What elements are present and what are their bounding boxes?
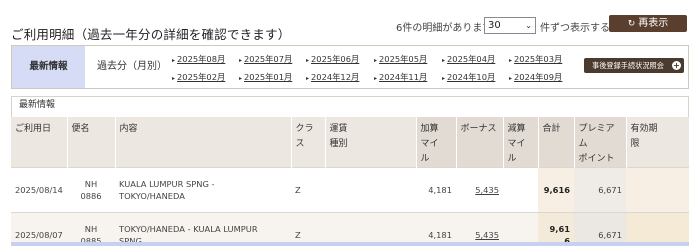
col-header-deduct-miles: 減算 マイ ル xyxy=(503,117,539,168)
cell-add-miles: 4,181 xyxy=(416,212,456,246)
cell-add-miles: 4,181 xyxy=(416,167,456,213)
month-link-label: 2025年08月 xyxy=(177,54,226,64)
triangle-right-icon: ▸ xyxy=(442,75,446,82)
month-link[interactable]: ▸ 2024年11月 xyxy=(374,71,427,83)
per-page-select[interactable]: 30 ⌄ xyxy=(484,17,536,34)
month-link-label: 2024年10月 xyxy=(447,72,496,82)
cell-deduct-miles xyxy=(503,212,538,246)
refresh-icon: ↻ xyxy=(627,19,636,29)
statement-table: ご利用日 便名 内容 クラス 運賃 種別 加算 マイ ル ボーナス 減算 マイ … xyxy=(11,117,690,246)
cell-total: 9,616 xyxy=(538,167,574,213)
period-tabs: 最新情報 過去分（月別） ▸ 2025年08月 ▸ 2025年07月 ▸ 2025年0… xyxy=(11,45,689,89)
triangle-right-icon: ▸ xyxy=(306,75,310,82)
month-link[interactable]: ▸ 2025年04月 xyxy=(442,53,495,65)
triangle-right-icon: ▸ xyxy=(172,75,176,82)
triangle-right-icon: ▸ xyxy=(374,57,378,64)
cell-class: Z xyxy=(291,212,325,246)
month-link[interactable]: ▸ 2024年09月 xyxy=(509,71,562,83)
month-link-label: 2024年11月 xyxy=(379,72,428,82)
month-link[interactable]: ▸ 2025年01月 xyxy=(239,71,292,83)
month-link[interactable]: ▸ 2025年08月 xyxy=(172,53,225,65)
triangle-right-icon: ▸ xyxy=(442,57,446,64)
cell-content: TOKYO/HANEDA - KUALA LUMPUR SPNG xyxy=(115,212,291,246)
col-header-content: 内容 xyxy=(115,117,292,168)
month-link-label: 2025年04月 xyxy=(447,54,496,64)
section-label: 最新情報 xyxy=(11,96,689,118)
cell-total: 9,61 6 xyxy=(538,212,574,246)
tab-past-monthly[interactable]: 過去分（月別） xyxy=(92,46,172,88)
month-link[interactable]: ▸ 2025年02月 xyxy=(172,71,225,83)
col-header-bonus: ボーナス xyxy=(456,117,504,168)
redisplay-label: 再表示 xyxy=(638,18,669,29)
per-page-suffix: 件ずつ表示する xyxy=(540,23,610,34)
cell-date: 2025/08/14 xyxy=(11,167,67,213)
col-header-class: クラス xyxy=(291,117,326,168)
next-row-highlight xyxy=(11,242,689,246)
triangle-right-icon: ▸ xyxy=(172,57,176,64)
col-header-expiry: 有効期 限 xyxy=(626,117,690,168)
triangle-right-icon: ▸ xyxy=(239,57,243,64)
post-registration-status-button[interactable]: 事後登録手続状況照会 + xyxy=(584,58,684,73)
per-page-value: 30 xyxy=(488,20,501,31)
cell-fare-type xyxy=(325,167,416,213)
statement-count: 6件の明細があります xyxy=(396,23,493,34)
month-link[interactable]: ▸ 2025年03月 xyxy=(509,53,562,65)
triangle-right-icon: ▸ xyxy=(374,75,378,82)
month-link[interactable]: ▸ 2025年06月 xyxy=(306,53,359,65)
month-link-label: 2025年01月 xyxy=(244,72,293,82)
month-link-label: 2024年09月 xyxy=(514,72,563,82)
cell-content: KUALA LUMPUR SPNG - TOKYO/HANEDA xyxy=(115,167,291,213)
cell-bonus-link[interactable]: 5,435 xyxy=(456,212,503,246)
month-link[interactable]: ▸ 2025年05月 xyxy=(374,53,427,65)
month-link-label: 2025年03月 xyxy=(514,54,563,64)
tab-latest[interactable]: 最新情報 xyxy=(12,46,85,88)
col-header-date: ご利用日 xyxy=(11,117,68,168)
month-link[interactable]: ▸ 2024年12月 xyxy=(306,71,359,83)
cell-date: 2025/08/07 xyxy=(11,212,67,246)
page-title: ご利用明細（過去一年分の詳細を確認できます） xyxy=(11,27,291,42)
col-header-flight: 便名 xyxy=(67,117,116,168)
month-link-label: 2024年12月 xyxy=(311,72,360,82)
triangle-right-icon: ▸ xyxy=(509,75,513,82)
redisplay-button[interactable]: ↻ 再表示 xyxy=(609,15,687,32)
month-link-label: 2025年05月 xyxy=(379,54,428,64)
month-link[interactable]: ▸ 2025年07月 xyxy=(239,53,292,65)
col-header-total: 合計 xyxy=(538,117,575,168)
col-header-fare-type: 運賃 種別 xyxy=(325,117,417,168)
col-header-add-miles: 加算 マイ ル xyxy=(416,117,457,168)
cell-bonus-link[interactable]: 5,435 xyxy=(456,167,503,213)
triangle-right-icon: ▸ xyxy=(306,57,310,64)
chevron-down-icon: ⌄ xyxy=(525,21,532,30)
triangle-right-icon: ▸ xyxy=(239,75,243,82)
post-registration-status-label: 事後登録手続状況照会 xyxy=(592,61,664,70)
month-link-label: 2025年02月 xyxy=(177,72,226,82)
cell-expiry xyxy=(626,212,689,246)
cell-deduct-miles xyxy=(503,167,538,213)
table-row: 2025/08/14 NH 0886 KUALA LUMPUR SPNG - T… xyxy=(11,167,689,213)
cell-class: Z xyxy=(291,167,325,213)
cell-flight: NH 0886 xyxy=(67,167,115,213)
cell-flight: NH 0885 xyxy=(67,212,115,246)
triangle-right-icon: ▸ xyxy=(509,57,513,64)
table-row: 2025/08/07 NH 0885 TOKYO/HANEDA - KUALA … xyxy=(11,212,689,246)
cell-premium-points: 6,671 xyxy=(574,212,626,246)
month-link[interactable]: ▸ 2024年10月 xyxy=(442,71,495,83)
table-header-row: ご利用日 便名 内容 クラス 運賃 種別 加算 マイ ル ボーナス 減算 マイ … xyxy=(11,117,690,168)
month-link-label: 2025年07月 xyxy=(244,54,293,64)
cell-premium-points: 6,671 xyxy=(574,167,626,213)
plus-circle-icon: + xyxy=(672,61,681,70)
month-link-label: 2025年06月 xyxy=(311,54,360,64)
cell-fare-type xyxy=(325,212,416,246)
col-header-premium-points: プレミア ム ポイント xyxy=(574,117,627,168)
cell-expiry xyxy=(626,167,689,213)
